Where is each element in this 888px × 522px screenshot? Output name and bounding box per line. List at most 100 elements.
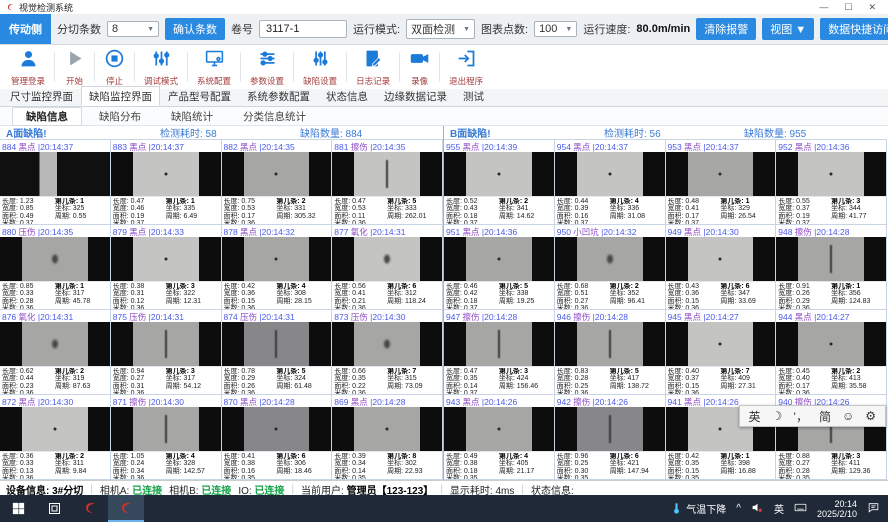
defect-cell[interactable]: 954 黑点 |20:14:37长度: 0.44宽度: 0.39面积: 0.16… <box>555 140 666 225</box>
defect-cell[interactable]: 871 擦伤 |20:14:30长度: 1.05宽度: 0.24面积: 0.34… <box>111 395 222 480</box>
defect-info-right: 第几条: 1坐标: 398周期: 16.88 <box>720 453 773 480</box>
sub-tab-2[interactable]: 缺陷分布 <box>86 108 154 125</box>
ime-lang-toggle[interactable]: 英 <box>749 408 761 425</box>
defect-field-width: 宽度: 0.27 <box>778 460 831 467</box>
defect-cell[interactable]: 946 擦伤 |20:14:28长度: 0.83宽度: 0.28面积: 0.25… <box>555 310 666 395</box>
taskbar-app-icon[interactable] <box>72 495 108 522</box>
chart-points-select[interactable]: 100 ▼ <box>534 21 577 37</box>
defect-cell[interactable]: 869 黑点 |20:14:28长度: 0.39宽度: 0.34面积: 0.14… <box>332 395 443 480</box>
start-button[interactable] <box>0 495 36 522</box>
ime-fullhalf-icon[interactable]: ☽ <box>772 409 783 423</box>
toolbar-button-exit[interactable]: 退出程序 <box>440 48 492 87</box>
panel-b-time: 检测耗时: 56 <box>604 125 661 140</box>
defect-info-right: 第几条: 2坐标: 311周期: 9.84 <box>55 453 108 480</box>
defect-type: 黑点 <box>795 312 814 322</box>
task-view-button[interactable] <box>36 495 72 522</box>
coil-number-input[interactable]: 3117-1 <box>259 20 347 38</box>
defect-cell[interactable]: 947 擦伤 |20:14:28长度: 0.47宽度: 0.35面积: 0.14… <box>444 310 555 395</box>
sub-tab-1[interactable]: 缺陷信息 <box>12 107 82 126</box>
main-tab-4[interactable]: 系统参数配置 <box>239 86 318 106</box>
defect-cell[interactable]: 948 擦伤 |20:14:28长度: 0.91宽度: 0.26面积: 0.29… <box>776 225 887 310</box>
sub-tab-3[interactable]: 缺陷统计 <box>158 108 226 125</box>
minimize-button[interactable]: — <box>819 2 828 13</box>
defect-info: 长度: 0.41宽度: 0.38面积: 0.16米数: 0.35第几条: 6坐标… <box>222 451 332 480</box>
defect-cell[interactable]: 880 压伤 |20:14:35长度: 0.85宽度: 0.33面积: 0.28… <box>0 225 111 310</box>
taskbar-active-app[interactable] <box>108 495 144 522</box>
toolbar-button-params[interactable]: 参数设置 <box>241 48 293 87</box>
confirm-count-button[interactable]: 确认条数 <box>165 18 225 40</box>
action-center-icon[interactable] <box>867 501 880 517</box>
run-mode-select[interactable]: 双面检测 ▼ <box>406 19 475 39</box>
defect-info: 长度: 0.96宽度: 0.25面积: 0.30米数: 0.35第几条: 6坐标… <box>555 451 665 480</box>
defect-cell[interactable]: 875 压伤 |20:14:31长度: 0.94宽度: 0.27面积: 0.31… <box>111 310 222 395</box>
toolbar-button-stop[interactable]: 停止 <box>95 48 134 87</box>
language-indicator[interactable]: 英 <box>774 501 784 516</box>
clear-alarm-button[interactable]: 清除报警 <box>696 18 756 40</box>
view-menu-button[interactable]: 视图 ▼ <box>762 18 814 40</box>
defect-cell[interactable]: 953 黑点 |20:14:37长度: 0.48宽度: 0.41面积: 0.17… <box>666 140 777 225</box>
exit-icon <box>456 48 477 74</box>
defect-info-left: 长度: 0.36宽度: 0.33面积: 0.13米数: 0.36 <box>2 453 55 480</box>
toolbar-button-play[interactable]: 开始 <box>55 48 94 87</box>
toolbar-button-defect[interactable]: 缺陷设置 <box>294 48 346 87</box>
defect-cell[interactable]: 870 黑点 |20:14:28长度: 0.41宽度: 0.38面积: 0.16… <box>222 395 333 480</box>
main-tab-5[interactable]: 状态信息 <box>318 86 376 106</box>
ime-settings-icon[interactable]: ⚙ <box>865 409 876 423</box>
main-tab-2[interactable]: 缺陷监控界面 <box>81 86 160 106</box>
defect-info-left: 长度: 0.85宽度: 0.33面积: 0.28米数: 0.36 <box>2 283 55 310</box>
defect-info-right: 第几条: 5坐标: 333周期: 262.01 <box>387 198 440 225</box>
drive-side-button[interactable]: 传动侧 <box>0 14 51 44</box>
defect-cell[interactable]: 942 擦伤 |20:14:26长度: 0.96宽度: 0.25面积: 0.30… <box>555 395 666 480</box>
tray-expand-button[interactable]: ^ <box>736 503 741 514</box>
defect-cell[interactable]: 872 黑点 |20:14:30长度: 0.36宽度: 0.33面积: 0.13… <box>0 395 111 480</box>
taskbar-clock[interactable]: 20:142025/2/10 <box>817 499 857 519</box>
defect-cell[interactable]: 877 氧化 |20:14:31长度: 0.56宽度: 0.41面积: 0.21… <box>332 225 443 310</box>
defect-cell[interactable]: 882 黑点 |20:14:35长度: 0.75宽度: 0.53面积: 0.17… <box>222 140 333 225</box>
defect-time: |20:14:37 <box>593 142 628 152</box>
defect-image <box>111 237 221 281</box>
defect-image <box>222 407 332 451</box>
defect-cell[interactable]: 879 黑点 |20:14:33长度: 0.38宽度: 0.31面积: 0.12… <box>111 225 222 310</box>
close-button[interactable]: ✕ <box>868 2 876 13</box>
toolbar-button-user[interactable]: 管理登录 <box>2 48 54 87</box>
main-tab-3[interactable]: 产品型号配置 <box>160 86 239 106</box>
defect-info: 长度: 0.44宽度: 0.39面积: 0.16米数: 0.37第几条: 4坐标… <box>555 196 665 225</box>
toolbar-button-system[interactable]: 系统配置 <box>188 48 240 87</box>
defect-cell[interactable]: 951 黑点 |20:14:36长度: 0.46宽度: 0.42面积: 0.18… <box>444 225 555 310</box>
defect-cell[interactable]: 949 黑点 |20:14:30长度: 0.43宽度: 0.36面积: 0.15… <box>666 225 777 310</box>
quick-data-menu-button[interactable]: 数据快捷访问 ▼ <box>820 18 888 40</box>
defect-cell[interactable]: 955 黑点 |20:14:39长度: 0.52宽度: 0.43面积: 0.18… <box>444 140 555 225</box>
defect-type: 黑点 <box>240 142 259 152</box>
toolbar-button-camera[interactable]: 录像 <box>400 48 439 87</box>
defect-cell[interactable]: 952 黑点 |20:14:36长度: 0.55宽度: 0.37面积: 0.19… <box>776 140 887 225</box>
defect-field-period: 周期: 87.63 <box>55 383 108 390</box>
main-tab-6[interactable]: 边缘数据记录 <box>376 86 455 106</box>
defect-cell[interactable]: 884 黑点 |20:14:37长度: 1.23宽度: 0.85面积: 0.49… <box>0 140 111 225</box>
defect-cell[interactable]: 943 黑点 |20:14:26长度: 0.49宽度: 0.38面积: 0.18… <box>444 395 555 480</box>
defect-cell[interactable]: 950 小凹坑 |20:14:32长度: 0.68宽度: 0.51面积: 0.2… <box>555 225 666 310</box>
slit-count-select[interactable]: 8 ▼ <box>107 21 159 37</box>
maximize-button[interactable]: ☐ <box>844 2 852 13</box>
defect-cell[interactable]: 873 压伤 |20:14:30长度: 0.66宽度: 0.35面积: 0.22… <box>332 310 443 395</box>
weather-indicator[interactable]: 气温下降 <box>670 501 726 516</box>
volume-icon[interactable] <box>751 501 764 517</box>
defect-cell[interactable]: 881 擦伤 |20:14:35长度: 0.47宽度: 0.53面积: 0.11… <box>332 140 443 225</box>
defect-cell[interactable]: 876 氧化 |20:14:31长度: 0.62宽度: 0.44面积: 0.23… <box>0 310 111 395</box>
defect-cell[interactable]: 883 黑点 |20:14:37长度: 0.47宽度: 0.46面积: 0.19… <box>111 140 222 225</box>
sub-tab-4[interactable]: 分类信息统计 <box>230 108 319 125</box>
defect-cell[interactable]: 878 黑点 |20:14:32长度: 0.42宽度: 0.36面积: 0.15… <box>222 225 333 310</box>
toolbar-button-log[interactable]: 日志记录 <box>347 48 399 87</box>
defect-cell[interactable]: 874 压伤 |20:14:31长度: 0.78宽度: 0.29面积: 0.26… <box>222 310 333 395</box>
ime-simplified-toggle[interactable]: 简 <box>819 408 831 425</box>
main-tab-7[interactable]: 测试 <box>455 86 492 106</box>
user-icon <box>18 48 39 74</box>
toolbar-button-debug[interactable]: 调试模式 <box>135 48 187 87</box>
ime-emoji-icon[interactable]: ☺ <box>842 409 854 423</box>
defect-cell[interactable]: 945 黑点 |20:14:27长度: 0.40宽度: 0.37面积: 0.15… <box>666 310 777 395</box>
defect-info-right: 第几条: 4坐标: 405周期: 21.17 <box>499 453 552 480</box>
defect-field-coord: 坐标: 352 <box>610 290 663 297</box>
main-tab-1[interactable]: 尺寸监控界面 <box>2 86 81 106</box>
defect-cell[interactable]: 944 黑点 |20:14:27长度: 0.45宽度: 0.40面积: 0.17… <box>776 310 887 395</box>
ime-punctuation-icon[interactable]: ’， <box>793 408 808 425</box>
ime-keyboard-icon[interactable] <box>794 501 807 517</box>
